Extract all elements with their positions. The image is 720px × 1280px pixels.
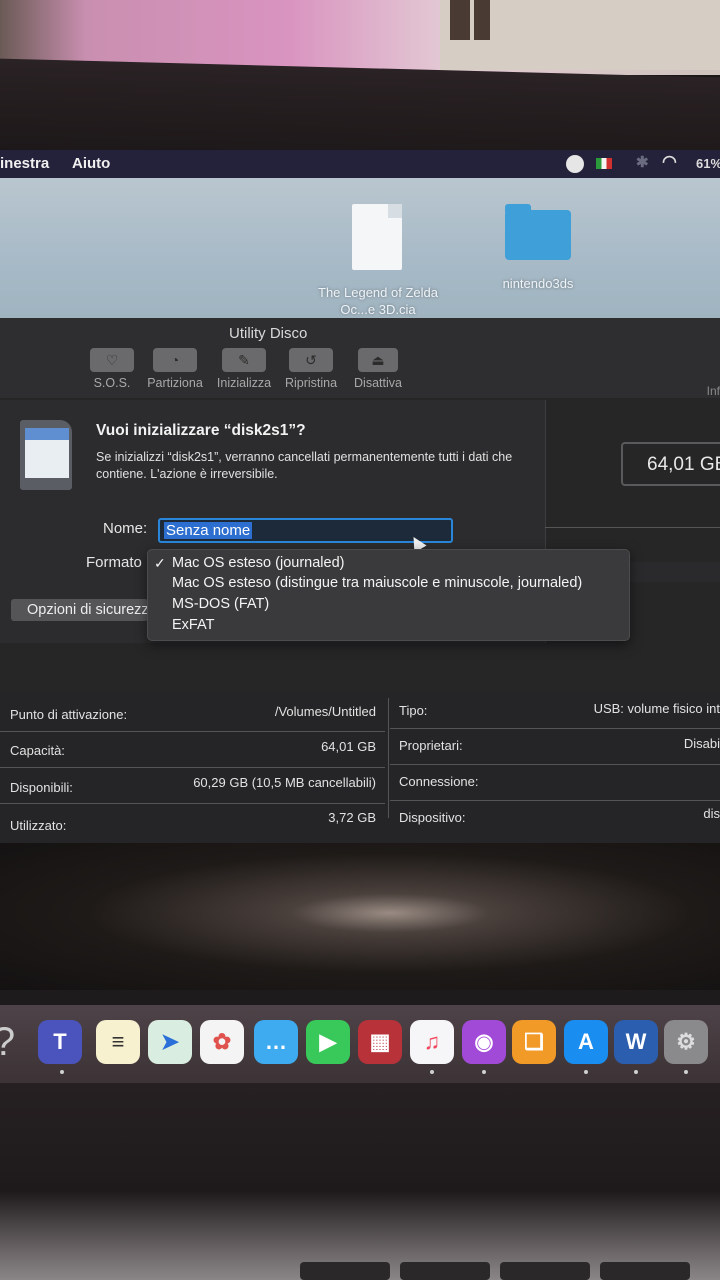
partition-button[interactable]: ◔ Partiziona — [144, 348, 206, 390]
info-key: Punto di attivazione: — [10, 707, 128, 722]
info-value: 64,01 GB — [321, 739, 376, 754]
file-label[interactable]: The Legend of Zelda Oc...e 3D.cia — [308, 284, 448, 318]
toolbar-label: S.O.S. — [93, 376, 131, 390]
battery-percentage[interactable]: 61% — [696, 156, 720, 171]
window-toolbar: Utility Disco ♡ S.O.S. ◔ Partiziona ✎ In… — [0, 318, 720, 398]
laptop-bezel-bottom — [0, 1083, 720, 1280]
menu-item-help[interactable]: Aiuto — [72, 155, 110, 172]
first-aid-button[interactable]: ♡ S.O.S. — [89, 348, 135, 390]
info-value: 60,29 GB (10,5 MB cancellabili) — [193, 775, 376, 790]
running-indicator — [634, 1070, 638, 1074]
info-value: /Volumes/Untitled — [274, 704, 376, 719]
messages-icon[interactable]: … — [254, 1020, 298, 1064]
erase-icon: ✎ — [222, 348, 266, 372]
keyboard-key — [600, 1262, 690, 1280]
info-row: Capacità: 64,01 GB — [0, 731, 385, 768]
sd-card-stripe — [25, 428, 69, 440]
info-row: Disponibili: 60,29 GB (10,5 MB cancellab… — [0, 767, 385, 804]
info-row: Proprietari: Disabi — [390, 728, 720, 765]
keyboard-key — [400, 1262, 490, 1280]
stethoscope-icon: ♡ — [90, 348, 134, 372]
keyboard-key — [500, 1262, 590, 1280]
name-label: Nome: — [103, 520, 148, 537]
info-row: Tipo: USB: volume fisico int — [390, 692, 720, 729]
info-row: Connessione: — [390, 764, 720, 801]
facetime-icon[interactable]: ▶ — [306, 1020, 350, 1064]
info-key: Disponibili: — [10, 780, 73, 795]
restore-icon: ↺ — [289, 348, 333, 372]
checkmark-icon: ✓ — [154, 555, 166, 571]
help-icon[interactable]: ? — [0, 1020, 26, 1064]
toolbar-label: Partiziona — [147, 376, 203, 390]
shazam-icon[interactable] — [566, 155, 584, 173]
info-row: Dispositivo: dis — [390, 800, 720, 836]
music-icon[interactable]: ♫ — [410, 1020, 454, 1064]
format-option-msdos[interactable]: MS-DOS (FAT) — [172, 596, 269, 612]
document-file-icon[interactable] — [352, 204, 402, 270]
pie-chart-icon: ◔ — [153, 348, 197, 372]
sheet-title: Vuoi inizializzare “disk2s1”? — [96, 422, 306, 439]
info-key: Connessione: — [399, 774, 479, 789]
format-label: Formato — [86, 554, 142, 571]
books-icon[interactable]: ❑ — [512, 1020, 556, 1064]
erase-button[interactable]: ✎ Inizializza — [214, 348, 274, 390]
format-option-exfat[interactable]: ExFAT — [172, 617, 214, 633]
running-indicator — [584, 1070, 588, 1074]
info-key: Proprietari: — [399, 738, 463, 753]
info-row: Utilizzato: 3,72 GB — [0, 803, 385, 839]
unmount-button[interactable]: ⏏ Disattiva — [352, 348, 404, 390]
format-option-case-sensitive[interactable]: Mac OS esteso (distingue tra maiuscole e… — [172, 575, 582, 591]
restore-button[interactable]: ↺ Ripristina — [282, 348, 340, 390]
notes-icon[interactable]: ≡ — [96, 1020, 140, 1064]
running-indicator — [430, 1070, 434, 1074]
photo-booth-icon[interactable]: ▦ — [358, 1020, 402, 1064]
photos-icon[interactable]: ✿ — [200, 1020, 244, 1064]
panel-divider — [545, 527, 720, 528]
window-title: Utility Disco — [229, 325, 308, 342]
format-dropdown-menu: ✓ Mac OS esteso (journaled) Mac OS estes… — [147, 549, 630, 641]
running-indicator — [60, 1070, 64, 1074]
disk-size-display: 64,01 GB — [621, 442, 720, 486]
podcasts-icon[interactable]: ◉ — [462, 1020, 506, 1064]
info-value: USB: volume fisico int — [593, 701, 720, 716]
italian-flag-icon[interactable] — [596, 158, 612, 169]
info-value: dis — [703, 806, 720, 821]
system-preferences-icon[interactable]: ⚙ — [664, 1020, 708, 1064]
security-options-button[interactable]: Opzioni di sicurezza — [11, 599, 148, 621]
sheet-message: Se inizializzi “disk2s1”, verranno cance… — [96, 450, 513, 481]
maps-icon[interactable]: ➤ — [148, 1020, 192, 1064]
keyboard-key — [300, 1262, 390, 1280]
info-value: 3,72 GB — [328, 810, 376, 825]
info-key: Tipo: — [399, 703, 428, 718]
info-key: Capacità: — [10, 743, 65, 758]
wifi-icon[interactable]: ◠ — [662, 152, 677, 172]
panel-bar — [627, 562, 720, 582]
menu-item-window[interactable]: inestra — [0, 155, 49, 172]
bluetooth-icon[interactable]: ✱ — [636, 153, 649, 171]
folder-icon[interactable] — [505, 204, 571, 260]
name-value[interactable]: Senza nome — [164, 522, 253, 539]
info-divider — [388, 698, 389, 818]
toolbar-label: Disattiva — [354, 376, 402, 390]
word-icon[interactable]: W — [614, 1020, 658, 1064]
format-option-apfs-journaled[interactable]: Mac OS esteso (journaled) — [172, 555, 344, 571]
info-row: Punto di attivazione: /Volumes/Untitled — [0, 695, 385, 732]
info-value: Disabi — [683, 736, 720, 751]
desktop-wallpaper — [0, 843, 720, 990]
app-store-icon[interactable]: A — [564, 1020, 608, 1064]
shelf-book — [450, 0, 470, 40]
folder-label[interactable]: nintendo3ds — [488, 276, 588, 291]
running-indicator — [684, 1070, 688, 1074]
running-indicator — [482, 1070, 486, 1074]
toolbar-label: Inizializza — [216, 376, 272, 390]
shelf-book — [474, 0, 490, 40]
eject-icon: ⏏ — [358, 348, 398, 372]
info-key: Utilizzato: — [10, 818, 67, 833]
menu-bar: inestra Aiuto ✱ ◠ 61% — [0, 150, 720, 178]
info-button[interactable]: Inf — [707, 384, 720, 398]
toolbar-label: Ripristina — [284, 376, 338, 390]
info-key: Dispositivo: — [399, 810, 466, 825]
teams-icon[interactable]: T — [38, 1020, 82, 1064]
background-shelf — [440, 0, 720, 70]
